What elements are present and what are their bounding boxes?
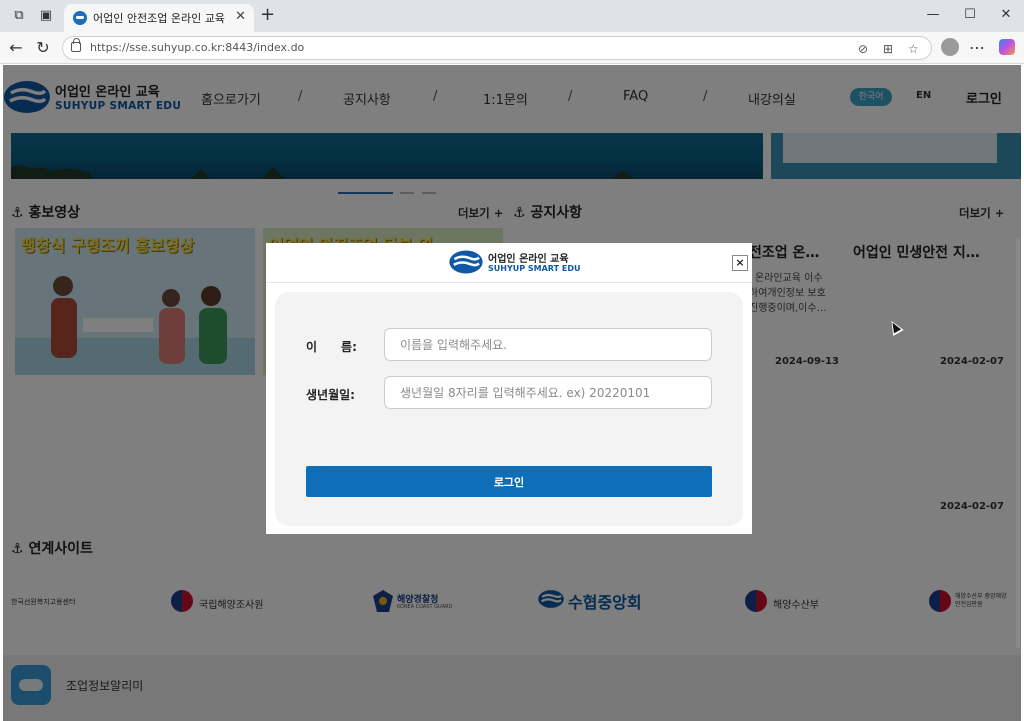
browser-tab-bar: ⧉ ▣ 어업인 안전조업 온라인 교육 ✕ + — ☐ ✕ — [0, 0, 1024, 32]
tab-close-icon[interactable]: ✕ — [235, 9, 246, 24]
favorite-star-icon[interactable]: ☆ — [908, 42, 919, 56]
reload-icon[interactable]: ↻ — [33, 38, 53, 58]
tab-actions-icon[interactable]: ▣ — [38, 8, 54, 24]
birthdate-label: 생년월일: — [306, 388, 355, 402]
name-input[interactable] — [384, 328, 712, 361]
back-icon[interactable]: ← — [6, 38, 26, 58]
modal-login-button[interactable]: 로그인 — [306, 466, 712, 497]
split-screen-icon[interactable]: ⊞ — [883, 42, 893, 56]
modal-close-button[interactable]: × — [732, 255, 748, 271]
modal-logo-subtitle: SUHYUP SMART EDU — [488, 264, 581, 273]
more-menu-icon[interactable]: ⋯ — [967, 38, 987, 58]
site-favicon-icon — [73, 11, 87, 25]
profile-avatar-icon[interactable] — [941, 38, 959, 56]
login-modal: 어업인 온라인 교육 SUHYUP SMART EDU × 이 름: 생년월일:… — [266, 243, 752, 534]
lock-icon[interactable] — [71, 38, 81, 52]
browser-toolbar: ← ↻ https://sse.suhyup.co.kr:8443/index.… — [0, 32, 1024, 64]
minimize-icon[interactable]: — — [923, 7, 943, 22]
modal-header: 어업인 온라인 교육 SUHYUP SMART EDU × — [266, 243, 752, 283]
modal-logo-title: 어업인 온라인 교육 — [488, 254, 569, 265]
window-close-icon[interactable]: ✕ — [996, 7, 1016, 22]
address-bar[interactable]: https://sse.suhyup.co.kr:8443/index.do ⊘… — [62, 36, 932, 60]
name-label: 이 름: — [306, 340, 357, 354]
maximize-icon[interactable]: ☐ — [960, 7, 980, 22]
workspaces-icon[interactable]: ⧉ — [11, 8, 27, 24]
page-scrollbar[interactable] — [1016, 238, 1020, 648]
modal-logo-icon — [449, 250, 483, 274]
login-form: 이 름: 생년월일: 로그인 — [275, 292, 743, 526]
birthdate-input[interactable] — [384, 376, 712, 409]
url-text[interactable]: https://sse.suhyup.co.kr:8443/index.do — [90, 41, 304, 54]
tab-title: 어업인 안전조업 온라인 교육 — [93, 12, 225, 25]
tracking-prevention-icon[interactable]: ⊘ — [858, 42, 868, 56]
copilot-icon[interactable] — [999, 39, 1015, 55]
new-tab-icon[interactable]: + — [260, 6, 275, 24]
browser-tab[interactable]: 어업인 안전조업 온라인 교육 ✕ — [64, 4, 254, 32]
